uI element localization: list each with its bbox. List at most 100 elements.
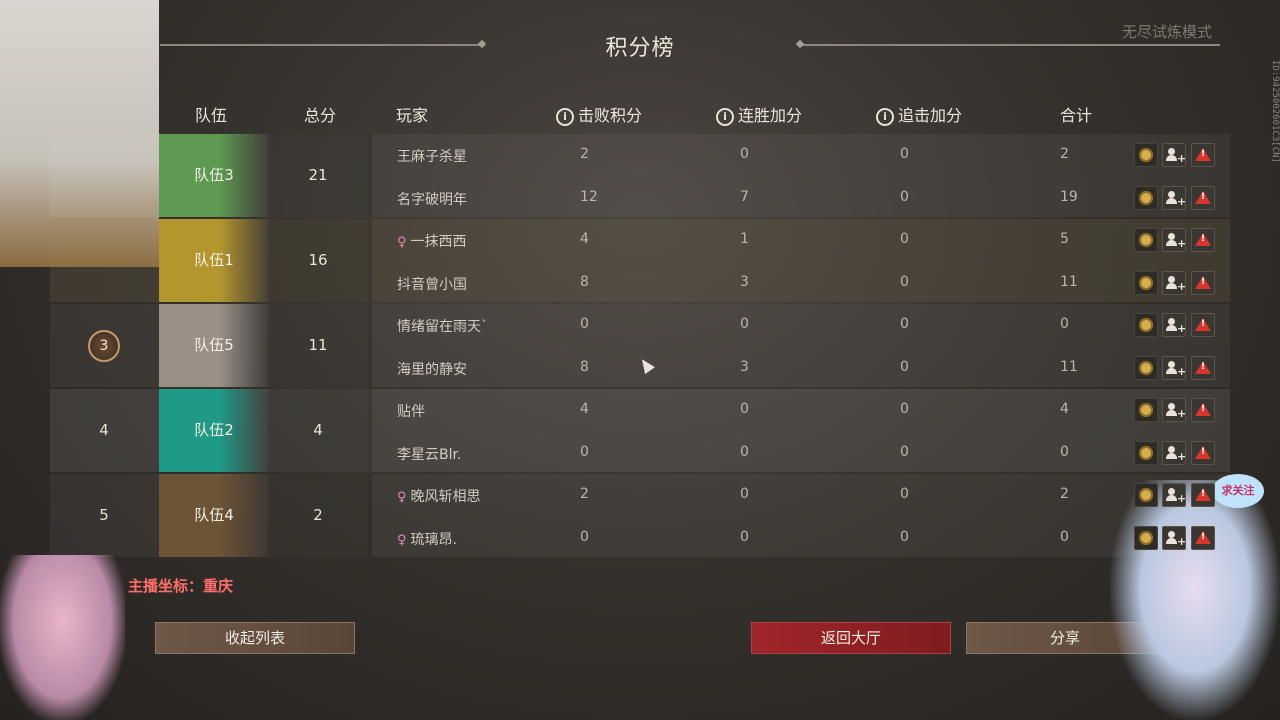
header-streak-label: 连胜加分 [738,106,803,125]
player-pursuit-score: 0 [900,486,909,502]
back-to-lobby-button[interactable]: 返回大厅 [751,622,951,654]
add-friend-icon[interactable]: + [1162,143,1186,167]
add-friend-icon[interactable]: + [1162,228,1186,252]
player-name-text: 情绪留在雨天ˋ [397,319,488,335]
report-icon[interactable] [1191,526,1215,550]
player-name-text: 海里的静安 [397,362,467,378]
coin-icon[interactable] [1134,526,1158,550]
report-icon[interactable] [1191,271,1215,295]
header-defeat-label: 击败积分 [578,106,643,125]
player-pursuit-score: 0 [900,529,909,545]
report-icon[interactable] [1191,228,1215,252]
player-streak-score: 3 [740,274,749,290]
title-divider-right [800,44,1220,46]
female-icon: ♀ [397,490,407,505]
player-streak-score: 0 [740,529,749,545]
player-name[interactable]: 情绪留在雨天ˋ [397,316,488,336]
add-friend-icon[interactable]: + [1162,483,1186,507]
team-total: 21 [268,134,368,217]
team-total: 16 [268,219,368,302]
row-divider [368,219,372,302]
player-sum-score: 0 [1060,444,1069,460]
header-streak[interactable]: i 连胜加分 [716,102,802,126]
player-streak-score: 0 [740,146,749,162]
player-pursuit-score: 0 [900,316,909,332]
collapse-list-button[interactable]: 收起列表 [155,622,355,654]
header-pursuit-label: 追击加分 [898,106,963,125]
report-icon[interactable] [1191,483,1215,507]
team-rank [50,219,158,302]
report-icon[interactable] [1191,143,1215,167]
team-row: 5 队伍4 2 [50,474,1230,557]
info-icon[interactable]: i [876,108,894,126]
player-name-text: 李星云Blr. [397,447,462,463]
coin-icon[interactable] [1134,398,1158,422]
follow-bubble: 求关注 [1212,474,1264,508]
add-friend-icon[interactable]: + [1162,271,1186,295]
header-defeat[interactable]: i 击败积分 [556,102,642,126]
team-row: 队伍3 21 [50,134,1230,217]
info-icon[interactable]: i [716,108,734,126]
report-icon[interactable] [1191,186,1215,210]
player-name[interactable]: 王麻子杀星 [397,146,467,166]
player-defeat-score: 2 [580,486,589,502]
player-name[interactable]: 海里的静安 [397,359,467,379]
header-team: 队伍 [195,106,228,125]
female-icon: ♀ [397,533,407,548]
player-name[interactable]: 李星云Blr. [397,444,461,464]
player-defeat-score: 8 [580,274,589,290]
player-sum-score: 0 [1060,316,1069,332]
title-divider-left [160,44,482,46]
team-name: 队伍4 [159,474,269,557]
team-name: 队伍2 [159,389,269,472]
coin-icon[interactable] [1134,483,1158,507]
info-icon[interactable]: i [556,108,574,126]
player-streak-score: 1 [740,231,749,247]
coin-icon[interactable] [1134,356,1158,380]
add-friend-icon[interactable]: + [1162,313,1186,337]
player-name[interactable]: 贴伴 [397,401,425,421]
player-streak-score: 0 [740,486,749,502]
coin-icon[interactable] [1134,313,1158,337]
player-streak-score: 3 [740,359,749,375]
team-rank [50,134,158,217]
player-sum-score: 11 [1060,274,1078,290]
coin-icon[interactable] [1134,186,1158,210]
coin-icon[interactable] [1134,271,1158,295]
player-sum-score: 2 [1060,146,1069,162]
report-icon[interactable] [1191,398,1215,422]
player-name[interactable]: ♀ 琉璃昂. [397,529,457,549]
coin-icon[interactable] [1134,441,1158,465]
player-name-text: 王麻子杀星 [397,149,467,165]
player-name[interactable]: 名字破明年 [397,189,467,209]
session-id: ID:9425002601C3[CN] [1270,60,1280,163]
team-total: 4 [268,389,368,472]
report-icon[interactable] [1191,313,1215,337]
header-pursuit[interactable]: i 追击加分 [876,102,962,126]
row-divider [368,389,372,472]
player-pursuit-score: 0 [900,401,909,417]
add-friend-icon[interactable]: + [1162,356,1186,380]
row-divider [368,474,372,557]
report-icon[interactable] [1191,441,1215,465]
add-friend-icon[interactable]: + [1162,526,1186,550]
player-sum-score: 19 [1060,189,1078,205]
add-friend-icon[interactable]: + [1162,186,1186,210]
player-pursuit-score: 0 [900,231,909,247]
player-defeat-score: 0 [580,529,589,545]
report-icon[interactable] [1191,356,1215,380]
add-friend-icon[interactable]: + [1162,398,1186,422]
player-name[interactable]: ♀ 一抹西西 [397,231,467,251]
player-name[interactable]: ♀ 晚风斩相思 [397,486,481,506]
player-pursuit-score: 0 [900,274,909,290]
coin-icon[interactable] [1134,143,1158,167]
coin-icon[interactable] [1134,228,1158,252]
player-sum-score: 11 [1060,359,1078,375]
player-name[interactable]: 抖音曾小国 [397,274,467,294]
team-name: 队伍5 [159,304,269,387]
player-pursuit-score: 0 [900,359,909,375]
player-pursuit-score: 0 [900,146,909,162]
player-name-text: 晚风斩相思 [410,489,481,505]
game-mode-label: 无尽试炼模式 [1121,23,1212,41]
add-friend-icon[interactable]: + [1162,441,1186,465]
